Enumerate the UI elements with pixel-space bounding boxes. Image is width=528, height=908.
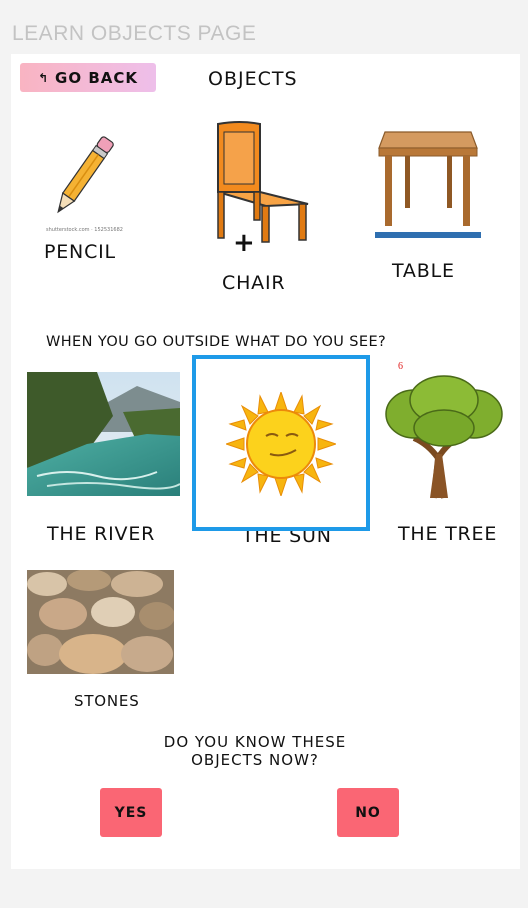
objects-title: OBJECTS bbox=[208, 68, 298, 90]
yes-button[interactable]: YES bbox=[100, 788, 162, 837]
quiz-question-line-1: DO YOU KNOW THESE bbox=[163, 733, 347, 751]
outside-question: WHEN YOU GO OUTSIDE WHAT DO YOU SEE? bbox=[46, 334, 387, 350]
tree-label: THE TREE bbox=[398, 523, 498, 545]
chair-label: CHAIR bbox=[222, 272, 286, 294]
back-arrow-icon: ↰ bbox=[37, 70, 50, 85]
sun-selection-box bbox=[192, 355, 370, 531]
pencil-image-caption: shutterstock.com · 152531682 bbox=[46, 227, 123, 233]
quiz-question: DO YOU KNOW THESE OBJECTS NOW? bbox=[130, 733, 380, 769]
quiz-question-line-2: OBJECTS NOW? bbox=[191, 751, 319, 769]
crosshair-icon: + bbox=[233, 228, 255, 258]
go-back-label: GO BACK bbox=[55, 68, 139, 87]
go-back-button[interactable]: ↰ GO BACK bbox=[20, 63, 156, 92]
table-image[interactable] bbox=[375, 128, 481, 240]
pencil-label: PENCIL bbox=[44, 241, 116, 263]
river-label: THE RIVER bbox=[47, 523, 156, 545]
chair-image[interactable] bbox=[210, 120, 310, 245]
tree-image[interactable] bbox=[384, 374, 504, 500]
no-button[interactable]: NO bbox=[337, 788, 399, 837]
table-label: TABLE bbox=[392, 260, 455, 282]
pencil-image[interactable] bbox=[44, 130, 124, 230]
stones-label: STONES bbox=[74, 692, 140, 710]
stones-photo[interactable] bbox=[27, 570, 174, 674]
page-title: LEARN OBJECTS PAGE bbox=[12, 22, 257, 45]
tree-badge: 6 bbox=[398, 361, 403, 372]
river-photo[interactable] bbox=[27, 372, 180, 496]
